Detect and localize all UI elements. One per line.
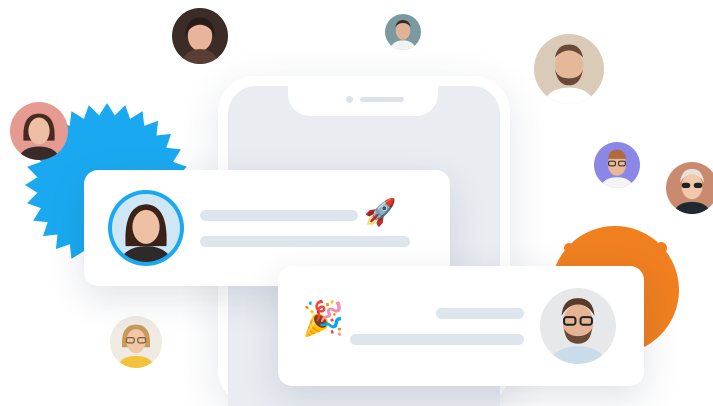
rocket-icon: 🚀	[364, 198, 397, 228]
message-card-bottom: 🎉	[278, 266, 644, 386]
avatar-woman-bottom-left-yellow	[110, 316, 162, 368]
phone-camera	[346, 96, 353, 103]
placeholder-line-title-2	[436, 308, 524, 319]
avatar-man-top-center	[385, 14, 421, 50]
party-popper-icon: 🎉	[302, 299, 345, 339]
placeholder-line-body-2	[350, 334, 524, 345]
avatar-woman-sunglasses-right	[666, 162, 713, 214]
card-avatar-woman	[108, 190, 184, 266]
placeholder-line-body	[200, 236, 410, 247]
avatar-woman-top-left	[172, 8, 228, 64]
card-avatar-man-glasses	[540, 288, 616, 364]
avatar-woman-left-pink	[10, 102, 68, 160]
phone-notch	[288, 86, 438, 116]
phone-speaker	[360, 97, 404, 102]
avatar-man-beard-top-right	[534, 34, 604, 104]
placeholder-line-title	[200, 210, 358, 221]
avatar-man-glasses-purple	[594, 142, 640, 188]
